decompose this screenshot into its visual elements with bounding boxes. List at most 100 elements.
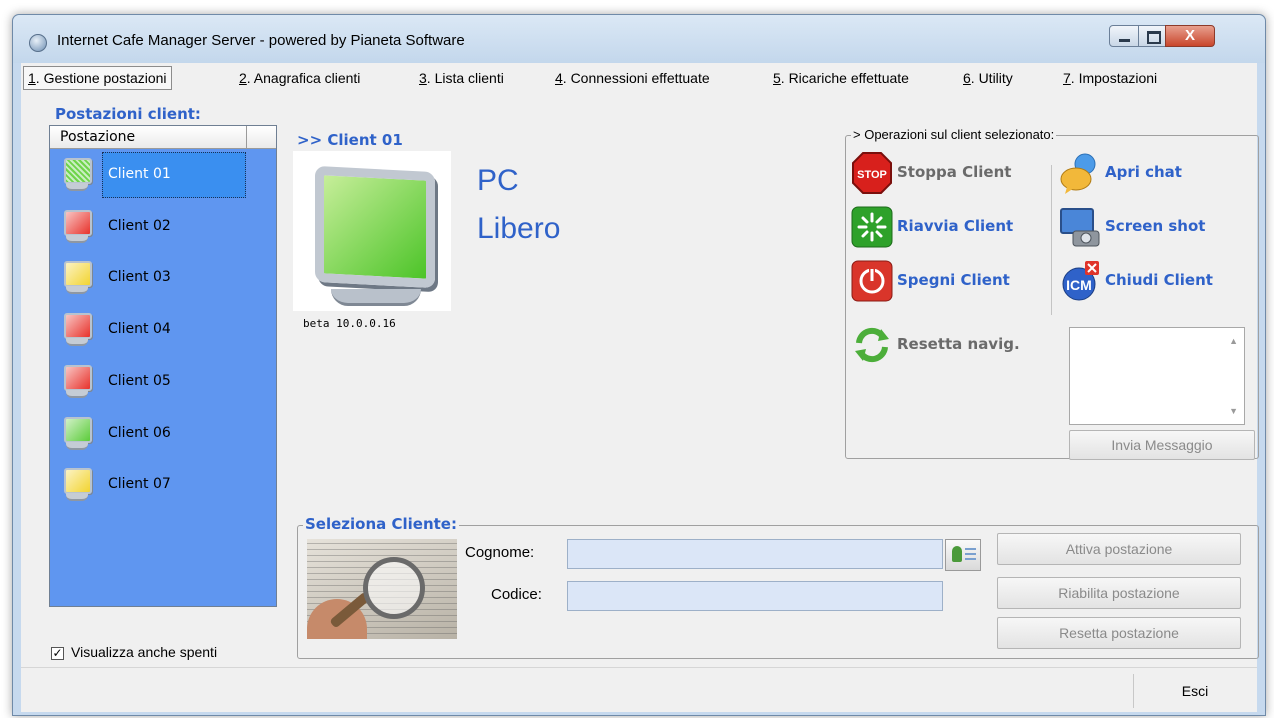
screenshot-button[interactable]: Screen shot (1059, 205, 1249, 249)
menu-gestione-postazioni[interactable]: 1. Gestione postazioni (23, 66, 172, 90)
menu-bar: 1. Gestione postazioni 2. Anagrafica cli… (21, 63, 1257, 93)
reset-navigation-button[interactable]: Resetta navig. (851, 323, 1051, 367)
list-item[interactable]: Client 02 (50, 202, 276, 252)
close-button[interactable]: X (1165, 25, 1215, 47)
app-icon (29, 34, 47, 52)
client-ip-label: beta 10.0.0.16 (303, 317, 396, 330)
surname-label: Cognome: (465, 544, 535, 561)
client-list[interactable]: Postazione Client 01 Client 02 Client 03 Cl… (49, 125, 277, 607)
magnifier-icon (363, 557, 425, 619)
chat-icon (1059, 151, 1101, 195)
minimize-button[interactable] (1109, 25, 1139, 47)
menu-key: 6 (963, 70, 971, 86)
menu-label: . Lista clienti (426, 70, 504, 86)
refresh-icon (851, 323, 893, 367)
client-name: Client 06 (108, 424, 171, 441)
status-line-libero: Libero (477, 212, 561, 245)
open-chat-button[interactable]: Apri chat (1059, 151, 1249, 195)
restart-client-label: Riavvia Client (897, 217, 1014, 235)
menu-key: 3 (419, 70, 427, 86)
monitor-base (331, 289, 421, 306)
reenable-workstation-button[interactable]: Riabilita postazione (997, 577, 1241, 609)
exit-button[interactable]: Esci (1133, 674, 1256, 708)
screenshot-icon (1059, 205, 1101, 249)
shutdown-client-button[interactable]: Spegni Client (851, 259, 1041, 303)
menu-lista-clienti[interactable]: 3. Lista clienti (419, 67, 504, 89)
close-client-icon-text: ICM (1066, 277, 1092, 293)
select-customer-legend: Seleziona Cliente: (303, 515, 459, 533)
operations-legend: > Operazioni sul client selezionato: (851, 127, 1057, 142)
message-textarea[interactable]: ▲ ▼ (1069, 327, 1245, 425)
show-off-checkbox[interactable]: ✓ (51, 647, 64, 660)
monitor-icon (60, 466, 94, 504)
status-bar: Esci (21, 667, 1257, 712)
menu-key: 7 (1063, 70, 1071, 86)
client-name: Client 07 (108, 476, 171, 493)
client-name: Client 04 (108, 321, 171, 338)
status-line-pc: PC (477, 164, 519, 197)
list-item[interactable]: Client 03 (50, 253, 276, 303)
menu-key: 1 (28, 70, 36, 86)
menu-anagrafica-clienti[interactable]: 2. Anagrafica clienti (239, 67, 360, 89)
show-off-label: Visualizza anche spenti (71, 644, 218, 660)
menu-connessioni-effettuate[interactable]: 4. Connessioni effettuate (555, 67, 710, 89)
shutdown-client-label: Spegni Client (897, 271, 1010, 289)
menu-label: . Gestione postazioni (35, 70, 167, 86)
menu-label: . Ricariche effettuate (780, 70, 909, 86)
list-item[interactable]: Client 06 (50, 409, 276, 459)
menu-label: . Connessioni effettuate (562, 70, 710, 86)
menu-ricariche-effettuate[interactable]: 5. Ricariche effettuate (773, 67, 909, 89)
close-client-label: Chiudi Client (1105, 271, 1213, 289)
monitor-icon (60, 311, 94, 349)
window-title: Internet Cafe Manager Server - powered b… (57, 32, 465, 49)
client-name: Client 01 (108, 166, 171, 182)
column-header-postazione[interactable]: Postazione (60, 129, 135, 145)
menu-utility[interactable]: 6. Utility (963, 67, 1013, 89)
code-field[interactable] (567, 581, 943, 611)
client-name: Client 02 (108, 217, 171, 234)
operations-divider (1051, 165, 1052, 315)
send-message-button[interactable]: Invia Messaggio (1069, 430, 1255, 460)
list-header: Postazione (50, 126, 276, 149)
activate-workstation-button[interactable]: Attiva postazione (997, 533, 1241, 565)
restart-icon (851, 205, 893, 249)
stop-icon-text: STOP (857, 169, 887, 181)
power-icon (851, 259, 893, 303)
list-item[interactable]: Client 04 (50, 305, 276, 355)
monitor-screen (315, 165, 435, 289)
stop-client-button[interactable]: STOP Stoppa Client (851, 151, 1041, 195)
menu-key: 4 (555, 70, 563, 86)
monitor-icon (60, 156, 94, 194)
restart-client-button[interactable]: Riavvia Client (851, 205, 1041, 249)
scroll-up-arrow[interactable]: ▲ (1229, 336, 1238, 346)
menu-key: 2 (239, 70, 247, 86)
reset-navigation-label: Resetta navig. (897, 335, 1020, 353)
reset-workstation-button[interactable]: Resetta postazione (997, 617, 1241, 649)
monitor-icon (60, 259, 94, 297)
customer-lookup-button[interactable] (945, 539, 981, 571)
monitor-icon (60, 363, 94, 401)
maximize-button[interactable] (1138, 25, 1166, 47)
close-client-icon: ICM (1059, 259, 1101, 303)
main-panel: Postazioni client: Postazione Client 01 C… (21, 93, 1259, 667)
list-item[interactable]: Client 05 (50, 357, 276, 407)
title-bar: Internet Cafe Manager Server - powered b… (13, 15, 1265, 63)
client-name: Client 05 (108, 372, 171, 389)
client-name: Client 03 (108, 269, 171, 286)
close-client-button[interactable]: ICM Chiudi Client (1059, 259, 1257, 303)
menu-label: . Anagrafica clienti (246, 70, 361, 86)
menu-label: . Utility (970, 70, 1013, 86)
monitor-large-icon (293, 151, 451, 311)
app-window: Internet Cafe Manager Server - powered b… (12, 14, 1266, 716)
clients-panel-title: Postazioni client: (55, 105, 201, 123)
list-item[interactable]: Client 01 (50, 150, 276, 200)
menu-impostazioni[interactable]: 7. Impostazioni (1063, 67, 1157, 89)
surname-field[interactable] (567, 539, 943, 569)
scroll-down-arrow[interactable]: ▼ (1229, 406, 1238, 416)
menu-label: . Impostazioni (1070, 70, 1158, 86)
list-item[interactable]: Client 07 (50, 460, 276, 510)
selected-client-header: >> Client 01 (297, 131, 403, 149)
screenshot-label: Screen shot (1105, 217, 1206, 235)
menu-key: 5 (773, 70, 781, 86)
client-status: PC Libero (477, 157, 560, 253)
